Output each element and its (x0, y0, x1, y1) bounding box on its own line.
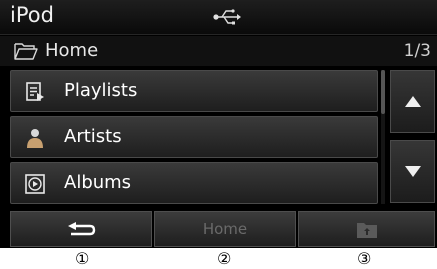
folder-up-button[interactable] (298, 211, 435, 247)
back-arrow-icon (68, 222, 96, 236)
folder-icon (14, 42, 38, 61)
arrow-down-icon (405, 166, 421, 177)
home-button[interactable]: Home (154, 211, 296, 247)
scroll-down-button[interactable] (390, 140, 435, 203)
list-item-label: Albums (64, 172, 132, 193)
artist-icon (25, 128, 45, 148)
bottom-button-bar: Home (0, 210, 437, 248)
album-icon (25, 174, 45, 194)
scrollbar[interactable] (381, 70, 385, 204)
folder-up-icon (357, 223, 377, 238)
folder-header: Home 1/3 (0, 36, 437, 66)
back-button[interactable] (10, 211, 152, 247)
list-item-label: Artists (64, 126, 122, 147)
usb-icon (213, 8, 241, 26)
list-item-playlists[interactable]: Playlists (10, 70, 378, 112)
callout-3: ③ (357, 249, 372, 268)
home-button-label: Home (202, 220, 248, 238)
list-item-artists[interactable]: Artists (10, 116, 378, 158)
current-folder-label: Home (45, 40, 99, 61)
app-title: iPod (10, 3, 54, 27)
page-indicator: 1/3 (403, 41, 431, 61)
ipod-screen: iPod Home 1/3 Playlists Artists Albums H… (0, 0, 437, 248)
list-item-label: Playlists (64, 80, 138, 101)
playlist-icon (25, 82, 45, 102)
scroll-thumb[interactable] (381, 70, 385, 114)
callout-2: ② (217, 249, 232, 268)
status-bar: iPod (0, 0, 437, 35)
scroll-up-button[interactable] (390, 70, 435, 133)
callout-1: ① (75, 249, 90, 268)
arrow-up-icon (405, 96, 421, 107)
list-item-albums[interactable]: Albums (10, 162, 378, 204)
